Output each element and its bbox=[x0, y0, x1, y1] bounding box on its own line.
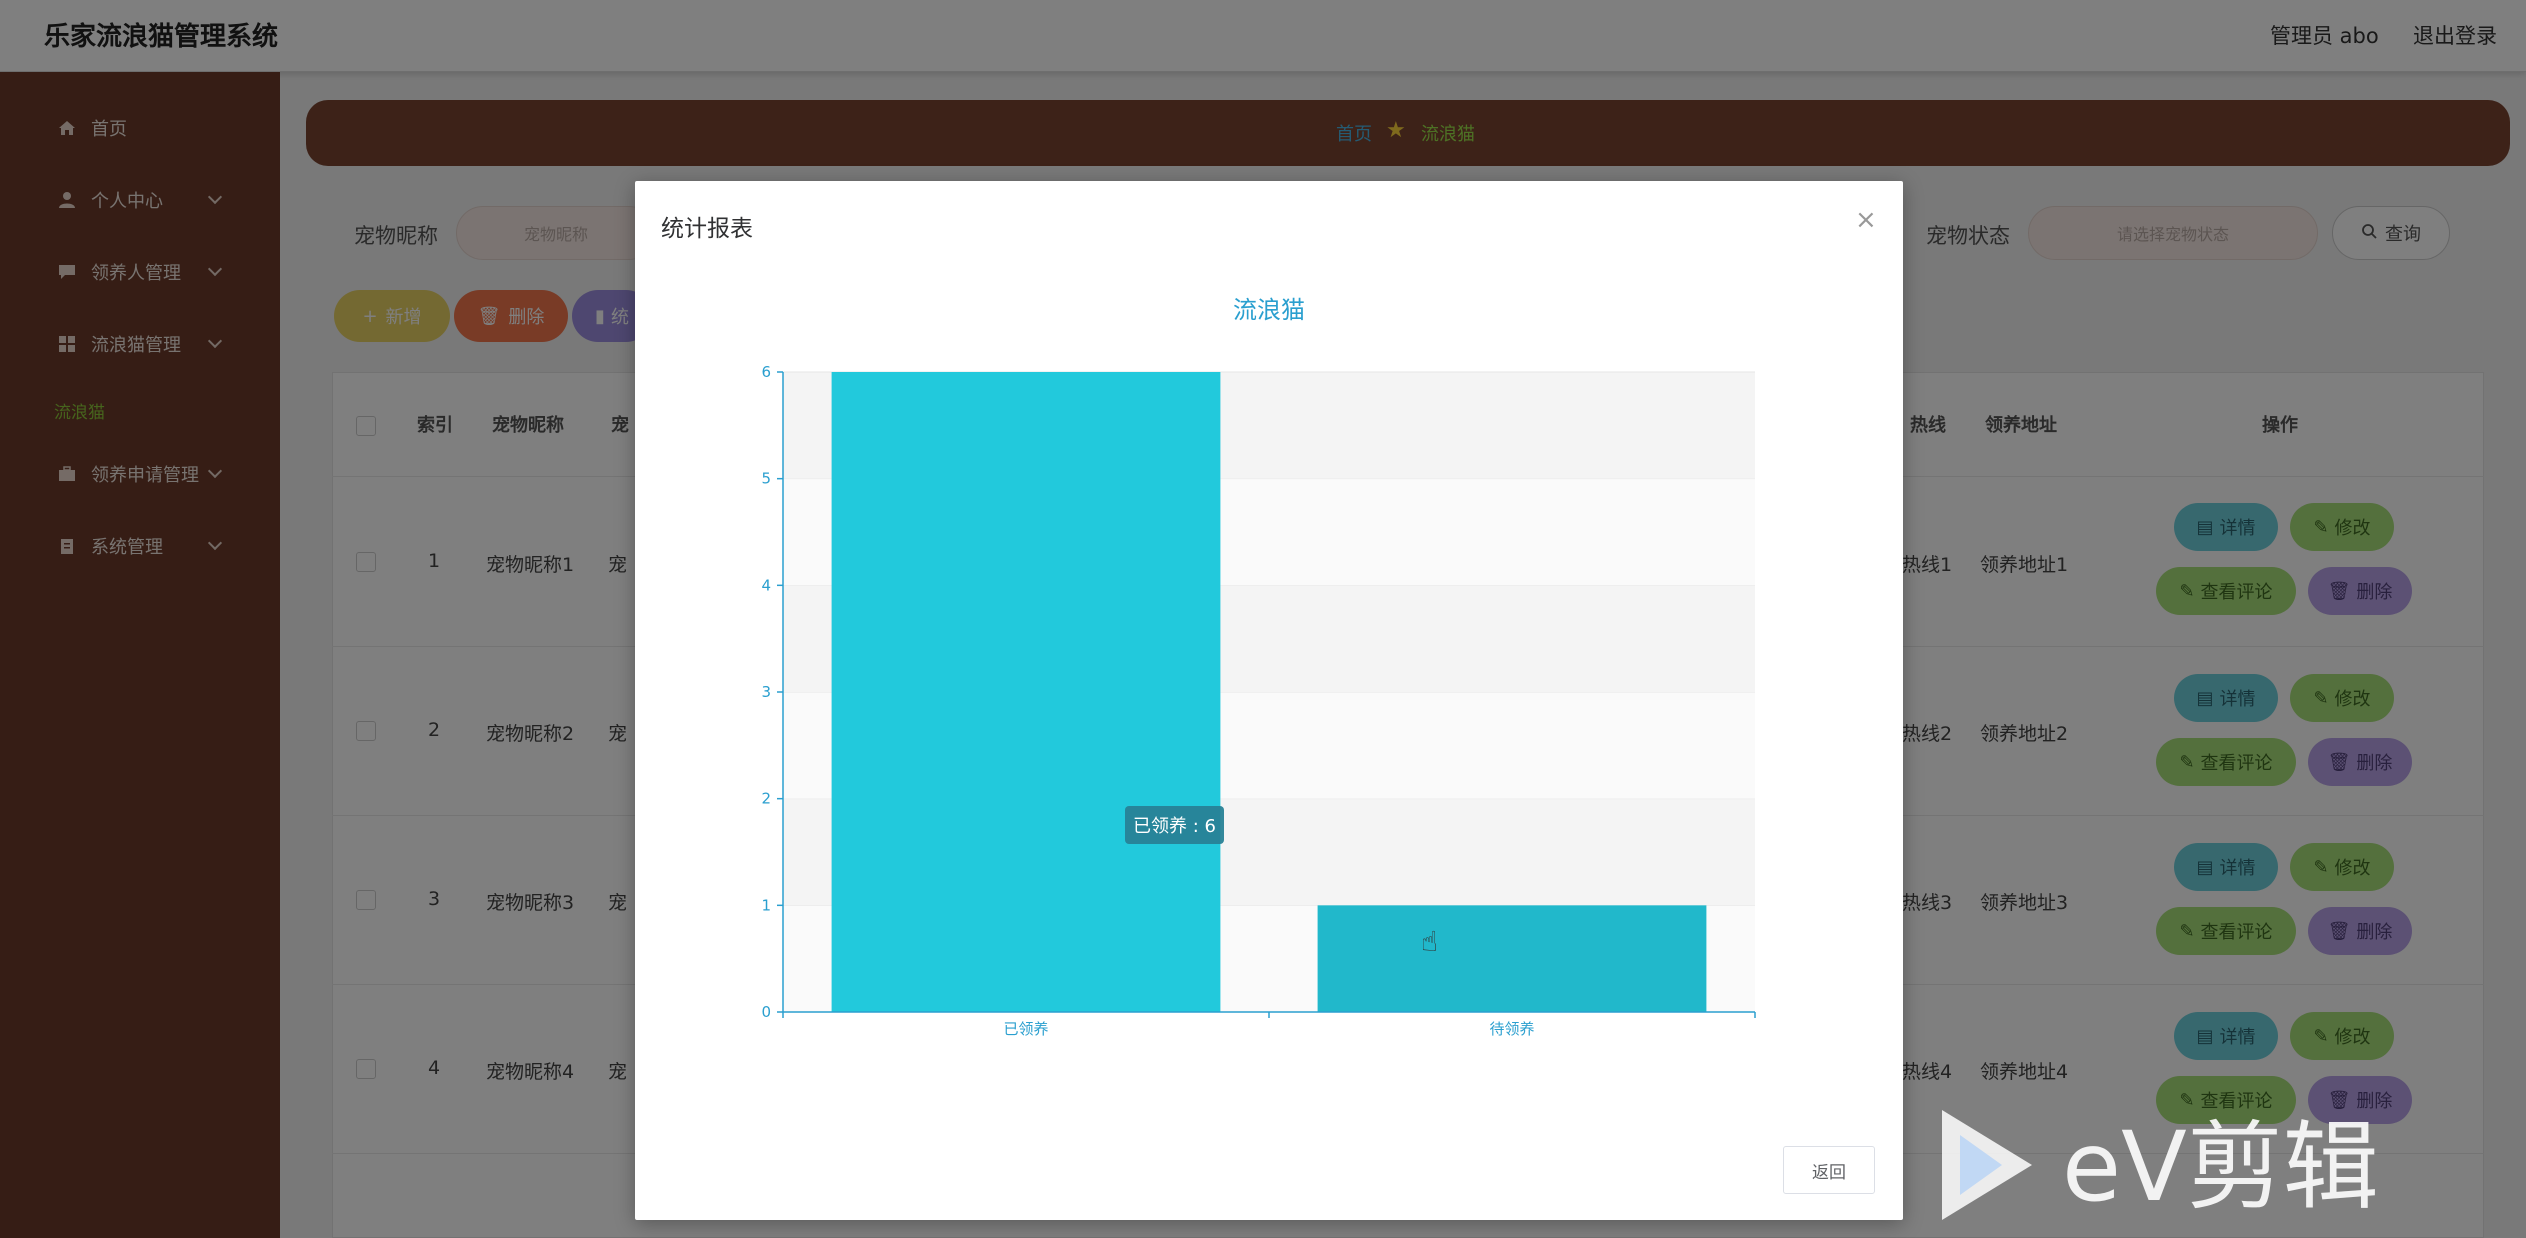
statistics-dialog: 统计报表 × 流浪猫 0 1 2 3 4 5 6 已领养 待领养 已领养 : 6 ☝ 返回 bbox=[635, 181, 1903, 1220]
y-tick-label: 6 bbox=[761, 363, 771, 381]
watermark-text: eV剪辑 bbox=[2062, 1111, 2379, 1223]
y-tick-label: 2 bbox=[761, 790, 771, 808]
chart-title: 流浪猫 bbox=[1233, 296, 1305, 324]
chart-tooltip: 已领养 : 6 bbox=[1125, 806, 1224, 844]
return-button[interactable]: 返回 bbox=[1783, 1146, 1875, 1194]
y-tick-label: 4 bbox=[761, 576, 771, 594]
y-tick-label: 0 bbox=[761, 1003, 771, 1021]
ev-editor-watermark-logo: eV剪辑 bbox=[1942, 1110, 2379, 1223]
bar-已领养 bbox=[831, 372, 1221, 1012]
x-tick-label: 待领养 bbox=[1489, 1020, 1534, 1038]
y-tick-label: 1 bbox=[761, 896, 771, 914]
y-tick-label: 5 bbox=[761, 470, 771, 488]
bar-待领养 bbox=[1317, 905, 1707, 1012]
pointer-cursor-icon: ☝ bbox=[1421, 925, 1439, 958]
y-tick-label: 3 bbox=[761, 683, 771, 701]
bar-chart: 流浪猫 0 1 2 3 4 5 6 已领养 待领养 bbox=[761, 296, 1756, 1038]
x-tick-label: 已领养 bbox=[1003, 1020, 1048, 1038]
